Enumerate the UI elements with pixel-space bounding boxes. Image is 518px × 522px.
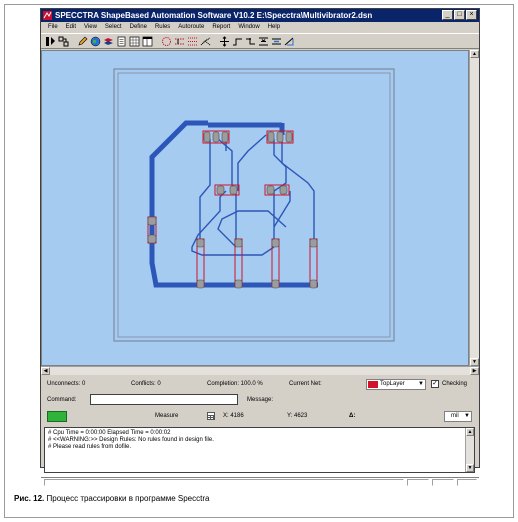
message-label: Message: [247, 397, 274, 403]
console-line: # <<WARNING:>> Design Rules: No rules fo… [48, 437, 214, 443]
maximize-button[interactable]: □ [454, 10, 465, 20]
grid-icon[interactable] [129, 36, 140, 47]
scroll-down-icon[interactable]: ▼ [470, 358, 479, 366]
title-bar: SPECCTRA ShapeBased Automation Software … [41, 9, 479, 22]
conflicts-count: Conflicts: 0 [131, 381, 161, 387]
menu-help[interactable]: Help [264, 22, 284, 33]
scroll-left-icon[interactable]: ◀ [41, 367, 50, 375]
squeeze-icon[interactable] [258, 36, 269, 47]
guides-icon[interactable] [174, 36, 185, 47]
scroll-up-icon[interactable]: ▲ [466, 428, 474, 436]
menu-window[interactable]: Window [234, 22, 263, 33]
caption-text: Процесс трассировки в программе Specctra [44, 494, 210, 503]
bend-icon[interactable] [245, 36, 256, 47]
ratsnest-icon[interactable] [161, 36, 172, 47]
menu-bar: File Edit View Select Define Rules Autor… [41, 22, 479, 33]
cursor-y: Y: 4623 [287, 413, 308, 419]
measure-icon[interactable] [284, 36, 295, 47]
fanout-icon[interactable] [200, 36, 211, 47]
app-logo-icon [43, 11, 52, 20]
shove-icon[interactable] [271, 36, 282, 47]
board-outline [113, 68, 395, 342]
measure-label: Measure [155, 413, 179, 419]
scroll-down-icon[interactable]: ▼ [466, 464, 474, 472]
menu-select[interactable]: Select [101, 22, 126, 33]
window-status-bar [41, 477, 479, 486]
unit-value: mil [451, 413, 459, 419]
checking-checkbox[interactable]: ✓ [431, 380, 439, 388]
horizontal-scrollbar[interactable]: ◀ ▶ [41, 366, 479, 375]
output-console[interactable]: # Cpu Time = 0:00:00 Elapsed Time = 0:00… [44, 427, 475, 473]
layer-select[interactable]: TopLayer ▼ [366, 379, 426, 390]
command-bar: Command: Message: [41, 393, 479, 407]
route-icon[interactable] [187, 36, 198, 47]
calculator-icon[interactable] [207, 412, 215, 426]
pcb-layout [113, 68, 395, 342]
figure-caption: Рис. 12. Процесс трассировки в программе… [14, 494, 209, 503]
globe-icon[interactable] [90, 36, 101, 47]
routing-status-bar: Unconnects: 0 Conflicts: 0 Completion: 1… [41, 377, 479, 391]
cursor-x: X: 4186 [223, 413, 244, 419]
menu-autoroute[interactable]: Autoroute [174, 22, 208, 33]
document-icon[interactable] [116, 36, 127, 47]
menu-define[interactable]: Define [126, 22, 151, 33]
menu-edit[interactable]: Edit [62, 22, 80, 33]
layer-name: TopLayer [380, 381, 405, 387]
signal-traces [191, 134, 315, 256]
place-mode-icon[interactable] [58, 36, 69, 47]
caption-number: Рис. 12. [14, 494, 45, 503]
window-icon[interactable] [142, 36, 153, 47]
menu-view[interactable]: View [80, 22, 101, 33]
layers-icon[interactable] [103, 36, 114, 47]
measure-bar: Measure X: 4186 Y: 4623 Δ: mil ▼ [41, 409, 479, 423]
console-scrollbar[interactable]: ▲ ▼ [465, 428, 474, 472]
minimize-button[interactable]: _ [442, 10, 453, 20]
vertical-scrollbar[interactable]: ▲ ▼ [469, 50, 479, 366]
select-mode-icon[interactable] [45, 36, 56, 47]
chevron-down-icon: ▼ [418, 381, 424, 387]
unconnects-count: Unconnects: 0 [47, 381, 86, 387]
delta-label: Δ: [349, 413, 356, 419]
toolbar [41, 33, 479, 49]
close-button[interactable]: × [466, 10, 477, 20]
checking-label: Checking [442, 381, 468, 387]
pcb-canvas[interactable] [41, 50, 469, 366]
board-keepout [117, 72, 391, 338]
pencil-icon[interactable] [77, 36, 88, 47]
menu-report[interactable]: Report [208, 22, 234, 33]
window-title: SPECCTRA ShapeBased Automation Software … [55, 11, 373, 20]
scroll-up-icon[interactable]: ▲ [470, 50, 479, 58]
menu-rules[interactable]: Rules [151, 22, 174, 33]
console-line: # Cpu Time = 0:00:00 Elapsed Time = 0:00… [48, 430, 171, 436]
scroll-right-icon[interactable]: ▶ [470, 367, 479, 375]
move-icon[interactable] [219, 35, 230, 47]
command-input[interactable] [90, 394, 238, 405]
chevron-down-icon: ▼ [464, 413, 470, 419]
measure-indicator [47, 411, 67, 422]
layer-color-swatch [368, 381, 378, 388]
wire-icon[interactable] [232, 36, 243, 47]
unit-select[interactable]: mil ▼ [444, 411, 472, 422]
current-net-label: Current Net: [289, 381, 322, 387]
console-line: # Please read rules from dofile. [48, 444, 132, 450]
specctra-window: SPECCTRA ShapeBased Automation Software … [40, 8, 480, 486]
completion-value: Completion: 100.0 % [207, 381, 263, 387]
menu-file[interactable]: File [44, 22, 62, 33]
command-label: Command: [47, 397, 77, 403]
